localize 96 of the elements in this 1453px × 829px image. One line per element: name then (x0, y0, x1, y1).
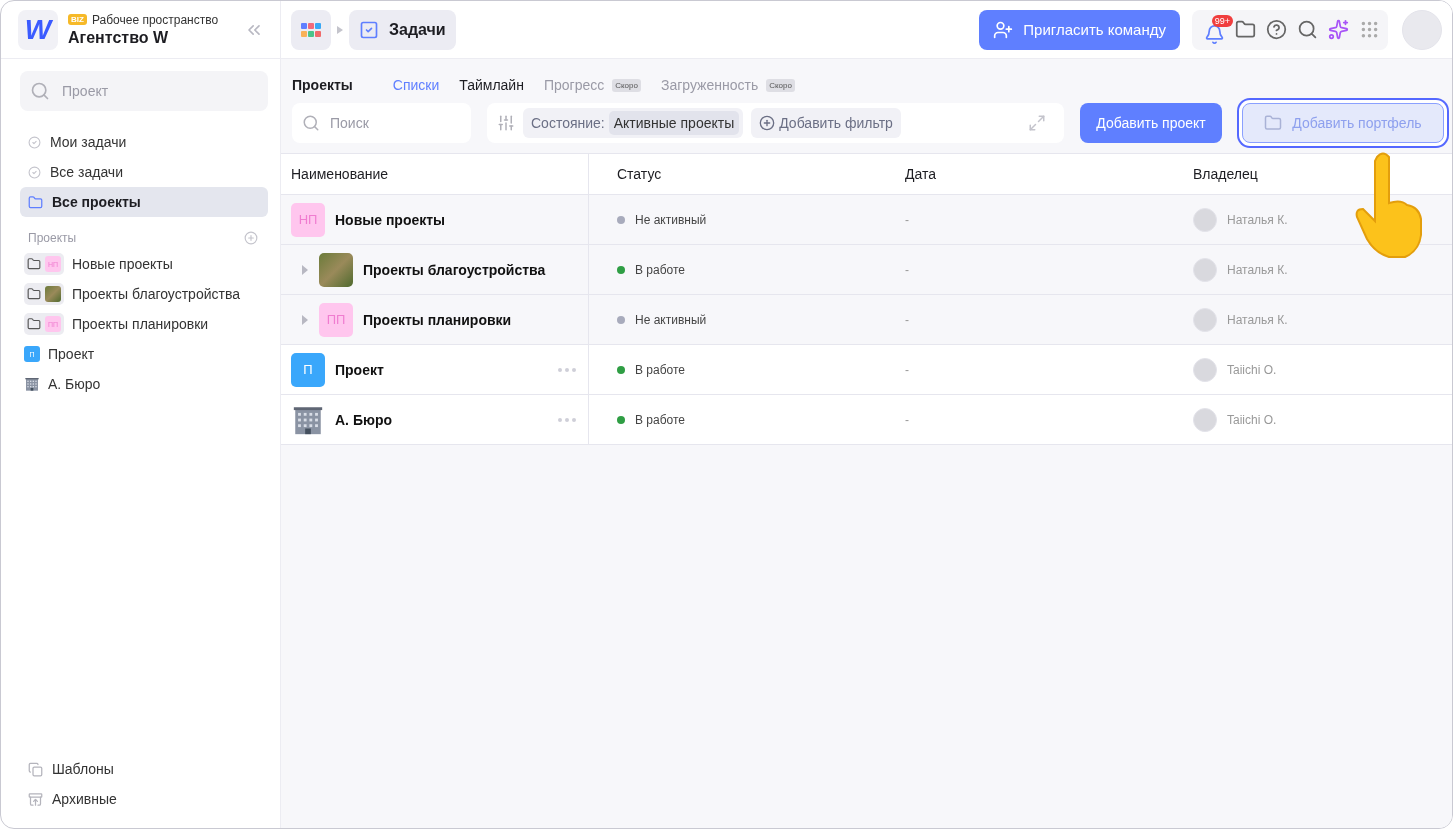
search-icon (30, 81, 50, 101)
sparkles-button[interactable] (1328, 19, 1349, 40)
check-circle-icon (28, 135, 41, 149)
search-input[interactable]: Поиск (328, 114, 461, 132)
project-link[interactable]: Новые проекты (72, 256, 173, 272)
folder-icon (28, 194, 43, 210)
status-text: Не активный (635, 312, 707, 327)
avatar (1193, 207, 1217, 232)
project-name[interactable]: Проекты планировки (363, 311, 576, 328)
search-button[interactable] (1297, 19, 1318, 40)
view-tab[interactable]: Таймлайн (459, 77, 524, 93)
project-name[interactable]: Новые проекты (335, 211, 576, 228)
column-header: Наименование (281, 153, 589, 195)
archive-icon (28, 791, 43, 807)
nav-item[interactable]: Шаблоны (20, 754, 268, 784)
owner-name: Наталья К. (1227, 262, 1288, 277)
notifications-button[interactable]: 99+ (1204, 14, 1233, 45)
plus-circle-icon (759, 115, 776, 131)
search-input[interactable]: Проект (60, 82, 258, 100)
search-icon (302, 114, 320, 132)
expand-icon[interactable] (1028, 114, 1046, 132)
workspace-label: Рабочее пространство (91, 12, 219, 27)
project-name[interactable]: Проект (335, 361, 548, 378)
caret-right-icon[interactable] (301, 264, 309, 275)
date-text: - (905, 412, 909, 427)
apps-button[interactable] (1359, 19, 1380, 40)
section-label: Проекты (28, 231, 77, 245)
project-name[interactable]: Проекты благоустройства (363, 261, 576, 278)
filter-chip[interactable]: Состояние: Активные проекты (523, 108, 744, 138)
avatar (1193, 357, 1217, 382)
owner-name: Наталья К. (1227, 312, 1288, 327)
invite-button[interactable]: Пригласить команду (979, 9, 1180, 50)
status-text: Не активный (635, 212, 707, 227)
project-link[interactable]: А. Бюро (48, 376, 101, 392)
workspace-logo: W (18, 9, 58, 50)
avatar (1193, 407, 1217, 432)
check-circle-icon (28, 165, 41, 179)
project-thumbnail: НП (291, 202, 325, 237)
project-link[interactable]: Проекты планировки (72, 316, 209, 332)
photo-placeholder (319, 252, 353, 287)
building-icon (24, 376, 40, 392)
status-text: В работе (635, 412, 685, 427)
breadcrumb[interactable]: Задачи (349, 9, 456, 50)
folder-icon (27, 287, 41, 301)
project-thumbnail: ПП (319, 302, 353, 337)
photo-placeholder (45, 286, 61, 302)
search-field[interactable]: Проект (20, 71, 268, 111)
filter-icon[interactable] (497, 114, 515, 132)
help-button[interactable] (1266, 19, 1287, 40)
caret-right-icon[interactable] (301, 314, 309, 325)
more-icon[interactable] (558, 417, 576, 422)
date-text: - (905, 312, 909, 327)
project-link[interactable]: Проект (48, 346, 95, 362)
date-text: - (905, 262, 909, 277)
add-icon[interactable] (244, 231, 258, 245)
status-text: В работе (635, 362, 685, 377)
soon-badge: Скоро (612, 78, 641, 92)
add-project-button[interactable]: Добавить проект (1080, 103, 1222, 143)
project-link[interactable]: Проекты благоустройства (72, 286, 240, 302)
user-avatar[interactable] (1402, 9, 1442, 50)
nav-item[interactable]: Архивные (20, 784, 268, 814)
templates-icon (28, 761, 43, 777)
folder-icon (1264, 114, 1283, 132)
search-field[interactable]: Поиск (292, 103, 471, 143)
column-header: Владелец (1165, 153, 1452, 195)
nav-item[interactable]: Мои задачи (20, 127, 268, 157)
filter-label: Состояние: (531, 115, 605, 131)
filter-value: Активные проекты (608, 111, 740, 135)
more-icon[interactable] (558, 367, 576, 372)
apps-grid-icon (301, 21, 321, 38)
view-title: Проекты (292, 77, 353, 93)
nav-item[interactable]: Все задачи (20, 157, 268, 187)
workspace-name: Агентство W (68, 28, 170, 47)
date-text: - (905, 212, 909, 227)
column-header: Статус (589, 153, 877, 195)
owner-name: Наталья К. (1227, 212, 1288, 227)
folder-icon (27, 257, 41, 271)
status-text: В работе (635, 262, 685, 277)
task-icon (359, 19, 379, 40)
breadcrumb-arrow-icon (337, 25, 343, 34)
column-header: Дата (877, 153, 1165, 195)
folder-icon (27, 317, 41, 331)
nav-item[interactable]: Все проекты (20, 187, 268, 217)
apps-button[interactable] (291, 9, 331, 50)
folder-button[interactable] (1235, 19, 1256, 40)
owner-name: Taiichi O. (1227, 362, 1277, 377)
owner-name: Taiichi O. (1227, 412, 1277, 427)
notification-badge: 99+ (1211, 14, 1233, 27)
avatar (1193, 257, 1217, 282)
date-text: - (905, 362, 909, 377)
soon-badge: Скоро (766, 78, 795, 92)
project-thumbnail: П (291, 352, 325, 387)
add-filter-button[interactable]: Добавить фильтр (751, 108, 901, 138)
add-user-icon (993, 19, 1014, 40)
plan-badge: BIZ (68, 14, 87, 25)
avatar (1193, 307, 1217, 332)
